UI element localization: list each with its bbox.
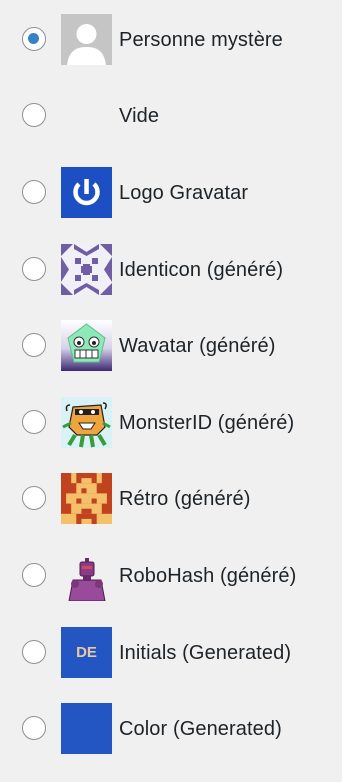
avatar-option-label: MonsterID (généré) xyxy=(119,412,295,434)
radio-robohash[interactable] xyxy=(22,563,46,587)
radio-initials[interactable] xyxy=(22,640,46,664)
monsterid-icon xyxy=(61,397,112,448)
radio-gravatar[interactable] xyxy=(22,180,46,204)
avatar-option-label: Personne mystère xyxy=(119,29,283,51)
color-icon xyxy=(61,703,112,754)
avatar-option-label: Color (Generated) xyxy=(119,718,282,740)
wavatar-icon xyxy=(61,320,112,371)
radio-wavatar[interactable] xyxy=(22,333,46,357)
robohash-icon xyxy=(61,550,112,601)
initials-icon: DE xyxy=(61,627,112,678)
identicon-icon xyxy=(61,244,112,295)
avatar-option-wavatar[interactable]: Wavatar (généré) xyxy=(0,320,342,372)
avatar-option-robohash[interactable]: RoboHash (généré) xyxy=(0,550,342,602)
radio-color[interactable] xyxy=(22,716,46,740)
retro-icon xyxy=(61,473,112,524)
avatar-option-color[interactable]: Color (Generated) xyxy=(0,703,342,755)
avatar-option-initials[interactable]: DE Initials (Generated) xyxy=(0,627,342,679)
mystery-person-icon xyxy=(61,14,112,65)
radio-mystery[interactable] xyxy=(22,27,46,51)
radio-retro[interactable] xyxy=(22,486,46,510)
avatar-option-mystery[interactable]: Personne mystère xyxy=(0,14,342,66)
avatar-option-label: RoboHash (généré) xyxy=(119,565,297,587)
avatar-option-blank[interactable]: Vide xyxy=(0,90,342,142)
initials-text: DE xyxy=(76,644,97,661)
avatar-option-label: Wavatar (généré) xyxy=(119,335,276,357)
avatar-option-label: Rétro (généré) xyxy=(119,488,251,510)
avatar-option-monsterid[interactable]: MonsterID (généré) xyxy=(0,397,342,449)
avatar-option-retro[interactable]: Rétro (généré) xyxy=(0,473,342,525)
radio-identicon[interactable] xyxy=(22,257,46,281)
avatar-option-label: Vide xyxy=(119,105,160,127)
radio-monsterid[interactable] xyxy=(22,410,46,434)
blank-icon xyxy=(61,90,112,141)
avatar-option-label: Initials (Generated) xyxy=(119,642,292,664)
avatar-option-identicon[interactable]: Identicon (généré) xyxy=(0,244,342,296)
avatar-option-label: Identicon (généré) xyxy=(119,259,284,281)
avatar-option-gravatar[interactable]: Logo Gravatar xyxy=(0,167,342,219)
radio-blank[interactable] xyxy=(22,103,46,127)
avatar-option-label: Logo Gravatar xyxy=(119,182,249,204)
gravatar-logo-icon xyxy=(61,167,112,218)
